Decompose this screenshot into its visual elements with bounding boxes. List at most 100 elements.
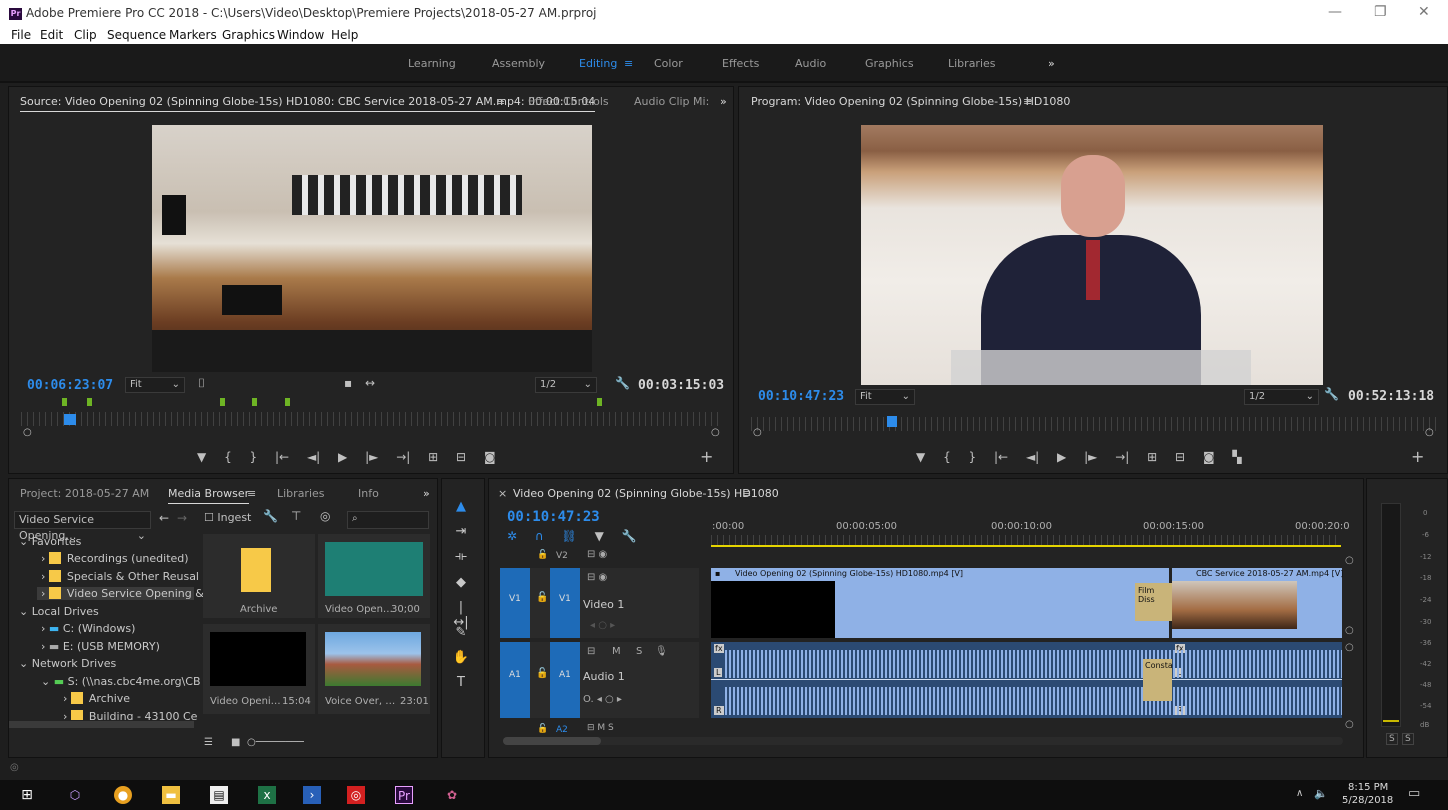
media-item-archive[interactable]: Archive — [203, 534, 315, 618]
menu-file[interactable]: File — [11, 28, 31, 42]
app-misc-icon[interactable]: ✿ — [443, 786, 461, 804]
tree-item[interactable]: › Recordings (unedited) — [41, 552, 189, 565]
source-zoom-handle-right[interactable]: ○ — [711, 427, 720, 438]
timeline-menu-icon[interactable]: ≡ — [742, 487, 751, 500]
close-button[interactable]: ✕ — [1418, 4, 1430, 20]
clip-marker[interactable] — [87, 398, 92, 406]
workspace-assembly[interactable]: Assembly — [492, 57, 545, 70]
source-transport-controls[interactable]: ▼ { } |← ◄| ▶ |► →| ⊞ ⊟ ◙ — [197, 450, 567, 466]
a2-toggle-icons[interactable]: ⊟ M S — [587, 723, 614, 733]
clip-marker[interactable] — [220, 398, 225, 406]
track-header-v1[interactable]: V1 🔓 V1 ⊟ ◉ Video 1 ◂ ○ ▸ — [500, 568, 699, 638]
workspace-more-icon[interactable]: » — [1048, 57, 1055, 70]
clock-date[interactable]: 5/28/2018 — [1342, 795, 1393, 806]
source-wrench-icon[interactable]: 🔧 — [615, 376, 630, 390]
powershell-icon[interactable]: › — [303, 786, 321, 804]
excel-icon[interactable]: x — [258, 786, 276, 804]
workspace-editing[interactable]: Editing — [579, 57, 617, 70]
work-area-bar[interactable] — [711, 545, 1341, 547]
timeline-toolbar[interactable]: ✲ ∩ ⛓ ▼ 🔧 — [507, 529, 687, 543]
a2-label[interactable]: A2 — [556, 725, 568, 735]
program-time-ruler[interactable] — [751, 417, 1437, 431]
clip-marker[interactable] — [597, 398, 602, 406]
filter-icon[interactable]: ⊤ — [291, 509, 301, 523]
timeline-timecode[interactable]: 00:10:47:23 — [507, 509, 600, 525]
tree-item[interactable]: ⌄ ▬ S: (\\nas.cbc4me.org\CB — [41, 675, 200, 688]
premiere-taskbar-icon[interactable]: Pr — [395, 786, 413, 804]
back-arrow-icon[interactable]: ← — [159, 511, 169, 525]
source-zoom-handle-left[interactable]: ○ — [23, 427, 32, 438]
tree-group-network-drives[interactable]: ⌄ Network Drives — [19, 657, 116, 670]
menu-help[interactable]: Help — [331, 28, 358, 42]
slip-tool-icon[interactable]: |↔| — [452, 600, 470, 630]
menu-sequence[interactable]: Sequence — [107, 28, 166, 42]
tree-item[interactable]: › ▬ C: (Windows) — [41, 622, 135, 635]
v1-lock-icon[interactable]: 🔓 — [536, 592, 548, 603]
tree-group-local-drives[interactable]: ⌄ Local Drives — [19, 605, 99, 618]
tab-sequence[interactable]: Video Opening 02 (Spinning Globe-15s) HD… — [513, 487, 779, 500]
drag-video-icon[interactable]: ▪ — [344, 376, 352, 390]
a1-mute-button[interactable]: M — [612, 646, 621, 657]
program-zoom-handle-right[interactable]: ○ — [1425, 427, 1434, 438]
drag-audio-icon[interactable]: ↔ — [365, 376, 375, 390]
tab-info[interactable]: Info — [358, 487, 379, 500]
list-view-icon[interactable]: ☰ — [204, 737, 213, 748]
project-more-icon[interactable]: » — [423, 487, 430, 500]
minimize-button[interactable]: — — [1328, 4, 1342, 20]
a1-keyframe-nav[interactable]: O. ◂ ○ ▸ — [583, 694, 622, 705]
a1-mic-icon[interactable]: 🎙 — [655, 646, 668, 657]
meter-solo-left-button[interactable]: S — [1386, 733, 1398, 745]
workspace-color[interactable]: Color — [654, 57, 683, 70]
search-input[interactable]: ⌕ — [347, 511, 429, 529]
workspace-learning[interactable]: Learning — [408, 57, 456, 70]
v1-toggle-icons[interactable]: ⊟ ◉ — [587, 572, 607, 583]
tree-item[interactable]: › Specials & Other Reusal — [41, 570, 199, 583]
menu-edit[interactable]: Edit — [40, 28, 63, 42]
media-item-video-opening[interactable]: Video Open… 30;00 — [318, 534, 430, 618]
ingest-checkbox[interactable]: ☐ Ingest — [204, 511, 251, 524]
zoom-slider[interactable]: ○──────── — [247, 737, 304, 748]
workspace-effects[interactable]: Effects — [722, 57, 759, 70]
clock-time[interactable]: 8:15 PM — [1348, 782, 1388, 793]
tab-audio-clip-mixer[interactable]: Audio Clip Mi: — [634, 95, 709, 108]
program-zoom-handle-left[interactable]: ○ — [753, 427, 762, 438]
film-dissolve-transition[interactable]: Film Diss — [1135, 583, 1172, 621]
tray-chevron-icon[interactable]: ∧ — [1296, 788, 1303, 799]
track-scroll-handle[interactable]: ○ — [1345, 719, 1354, 730]
view-icon[interactable]: ◎ — [320, 509, 330, 523]
constant-power-transition[interactable]: Consta — [1143, 659, 1173, 701]
meter-solo-right-button[interactable]: S — [1402, 733, 1414, 745]
v1-source-patch[interactable]: V1 — [500, 568, 530, 638]
tree-item[interactable]: › Building - 43100 Ce — [63, 710, 197, 720]
timeline-ruler[interactable] — [711, 535, 1341, 545]
media-item-video-opening-2[interactable]: Video Openi… 15:04 — [203, 624, 315, 714]
workspace-menu-icon[interactable]: ≡ — [624, 57, 633, 70]
program-current-timecode[interactable]: 00:10:47:23 — [758, 389, 844, 404]
tab-project[interactable]: Project: 2018-05-27 AM — [20, 487, 149, 500]
volume-icon[interactable]: 🔈 — [1314, 787, 1328, 800]
ripple-edit-tool-icon[interactable]: ⟛ — [452, 549, 470, 567]
v1-target-patch[interactable]: V1 — [550, 568, 580, 638]
a1-solo-button[interactable]: S — [636, 646, 642, 657]
track-scroll-handle[interactable]: ○ — [1345, 625, 1354, 636]
program-resolution-select[interactable]: 1/2 ⌄ — [1244, 389, 1319, 405]
a2-lock-icon[interactable]: 🔓 — [537, 724, 548, 734]
notepad-icon[interactable]: ▤ — [210, 786, 228, 804]
tree-item[interactable]: › ▬ E: (USB MEMORY) — [41, 640, 160, 653]
hand-tool-icon[interactable]: ✋ — [452, 650, 470, 668]
tab-media-browser[interactable]: Media Browser — [168, 487, 250, 504]
source-time-ruler[interactable] — [21, 412, 723, 426]
track-header-a1[interactable]: A1 🔓 A1 ⊟ M S 🎙 Audio 1 O. ◂ ○ ▸ — [500, 642, 699, 718]
menu-graphics[interactable]: Graphics — [222, 28, 275, 42]
source-current-timecode[interactable]: 00:06:23:07 — [27, 378, 113, 393]
clip-marker[interactable] — [285, 398, 290, 406]
location-select[interactable]: Video Service Opening… ⌄ — [14, 511, 151, 542]
track-select-tool-icon[interactable]: ⇥ — [452, 524, 470, 542]
wrench-icon[interactable]: 🔧 — [263, 509, 278, 523]
tab-libraries[interactable]: Libraries — [277, 487, 325, 500]
program-playhead[interactable] — [887, 416, 897, 427]
timeline-close-icon[interactable]: × — [498, 487, 507, 500]
app-red-icon[interactable]: ◎ — [347, 786, 365, 804]
tree-item-selected[interactable]: › Video Service Opening & — [37, 587, 204, 600]
forward-arrow-icon[interactable]: → — [177, 511, 187, 525]
